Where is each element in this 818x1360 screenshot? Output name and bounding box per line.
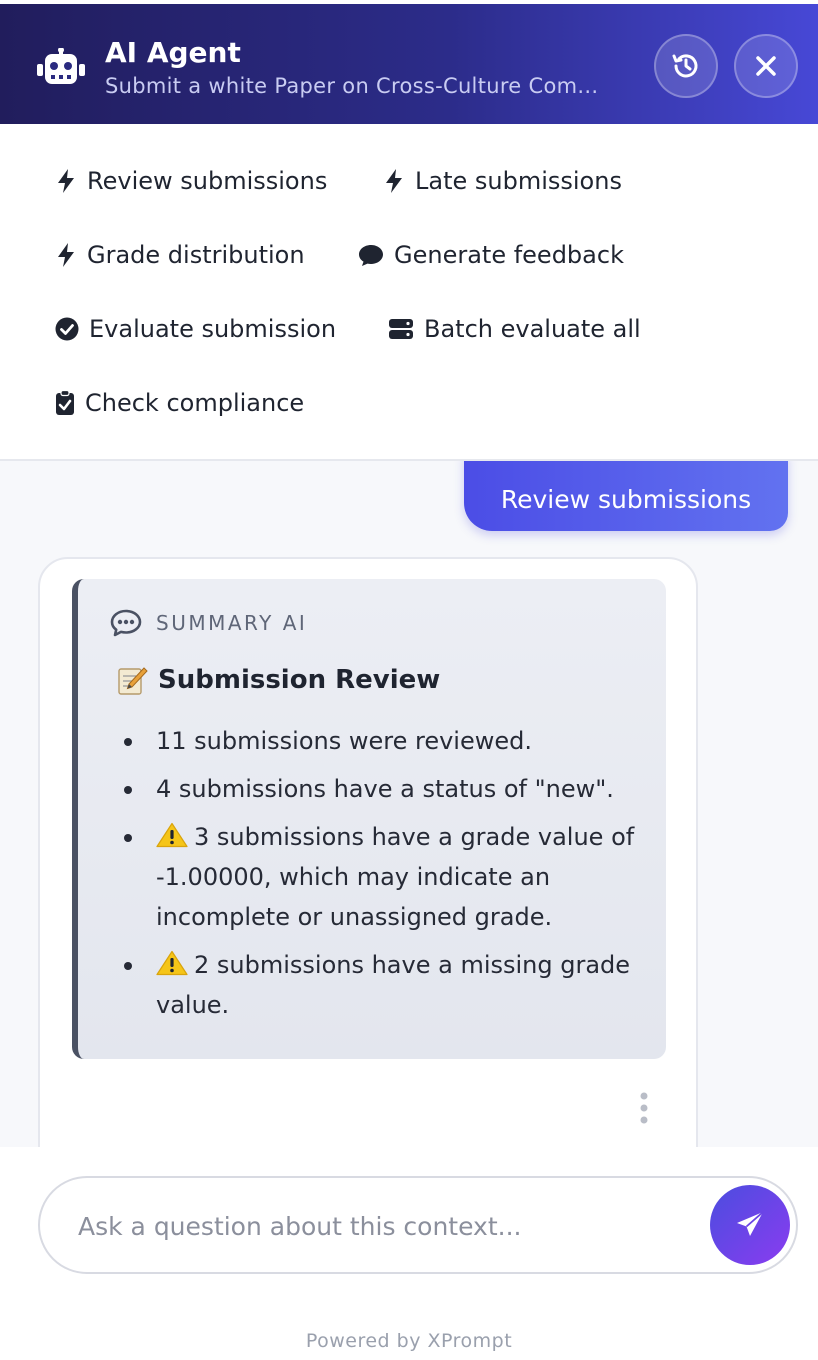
clipboard-check-icon xyxy=(56,390,74,415)
powered-by-footer: Powered by XPrompt xyxy=(305,1330,513,1352)
action-label: Late submissions xyxy=(415,167,622,195)
action-label: Grade distribution xyxy=(87,241,305,269)
chat-bubble-dots-icon xyxy=(110,609,142,637)
more-options-icon[interactable] xyxy=(638,1091,650,1125)
quick-actions-panel: Review submissions Late submissions Grad… xyxy=(0,124,818,461)
action-check-compliance[interactable]: Check compliance xyxy=(55,383,304,423)
warning-icon xyxy=(156,950,188,976)
summary-heading: Submission Review xyxy=(158,665,441,695)
summary-bullet-list: 11 submissions were reviewed. 4 submissi… xyxy=(124,721,644,1033)
ai-response-card: SUMMARY AI Submission Review 11 submissi… xyxy=(38,557,698,1147)
bolt-icon xyxy=(58,169,74,193)
header-bar: AI Agent Submit a white Paper on Cross-C… xyxy=(0,4,818,124)
user-message-bubble: Review submissions xyxy=(464,461,788,531)
action-evaluate-submission[interactable]: Evaluate submission xyxy=(55,309,336,349)
question-input[interactable] xyxy=(78,1200,698,1252)
history-icon xyxy=(672,54,698,78)
chat-area[interactable]: Review submissions SUMMARY AI Submission… xyxy=(0,461,818,1147)
bolt-icon xyxy=(58,243,74,267)
action-generate-feedback[interactable]: Generate feedback xyxy=(358,235,624,275)
action-grade-distribution[interactable]: Grade distribution xyxy=(55,235,305,275)
action-batch-evaluate-all[interactable]: Batch evaluate all xyxy=(388,309,641,349)
summary-bullet: 2 submissions have a missing grade value… xyxy=(124,945,644,1025)
agent-title: AI Agent xyxy=(105,36,241,69)
paper-plane-icon xyxy=(737,1211,764,1236)
warning-icon xyxy=(156,822,188,848)
comment-icon xyxy=(359,245,383,266)
bullet-text: 2 submissions have a missing grade value… xyxy=(156,951,631,1019)
action-review-submissions[interactable]: Review submissions xyxy=(55,161,327,201)
summary-label: SUMMARY AI xyxy=(156,611,308,635)
action-label: Generate feedback xyxy=(394,241,624,269)
action-late-submissions[interactable]: Late submissions xyxy=(383,161,622,201)
send-button[interactable] xyxy=(710,1185,790,1265)
summary-label-row: SUMMARY AI xyxy=(110,609,307,637)
server-icon xyxy=(389,319,413,339)
bolt-icon xyxy=(386,169,402,193)
summary-heading-row: Submission Review xyxy=(116,665,440,695)
bullet-text: 4 submissions have a status of "new". xyxy=(156,775,614,803)
summary-bullet: 3 submissions have a grade value of -1.0… xyxy=(124,817,644,937)
check-circle-icon xyxy=(55,317,79,341)
action-label: Batch evaluate all xyxy=(424,315,641,343)
action-label: Evaluate submission xyxy=(89,315,337,343)
summary-bullet: 11 submissions were reviewed. xyxy=(124,721,644,761)
history-button[interactable] xyxy=(654,34,718,98)
message-composer xyxy=(38,1176,798,1274)
summary-block: SUMMARY AI Submission Review 11 submissi… xyxy=(72,579,666,1059)
close-icon xyxy=(756,56,776,76)
action-label: Check compliance xyxy=(85,389,305,417)
bullet-text: 11 submissions were reviewed. xyxy=(156,727,532,755)
memo-icon xyxy=(118,667,148,695)
close-button[interactable] xyxy=(734,34,798,98)
summary-bullet: 4 submissions have a status of "new". xyxy=(124,769,644,809)
context-subtitle: Submit a white Paper on Cross-Culture Co… xyxy=(105,74,599,98)
robot-icon xyxy=(37,48,85,84)
action-label: Review submissions xyxy=(87,167,328,195)
bullet-text: 3 submissions have a grade value of -1.0… xyxy=(156,823,635,931)
